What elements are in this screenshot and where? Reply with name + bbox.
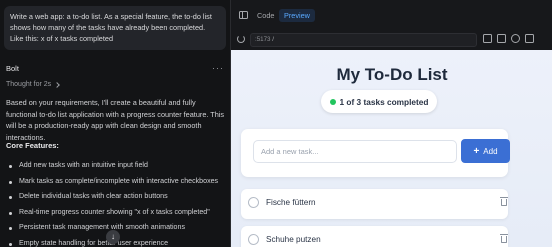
open-external-icon[interactable] [483,34,492,43]
workbench-toolbar: Code Preview [231,0,552,30]
chat-panel: Write a web app: a to-do list. As a spec… [0,0,230,247]
reload-icon[interactable] [237,35,245,43]
arrow-down-icon[interactable]: ↓ [106,230,120,244]
progress-text: 1 of 3 tasks completed [339,96,429,107]
list-item: Real-time progress counter showing "x of… [6,205,228,221]
app-preview: My To-Do List 1 of 3 tasks completed + A… [231,50,552,247]
fullscreen-icon[interactable] [525,34,534,43]
list-item: Mark tasks as complete/incomplete with i… [6,174,228,190]
trash-icon[interactable] [500,234,508,243]
thought-toggle[interactable]: Thought for 2s [6,81,60,88]
list-item: Delete individual tasks with clear actio… [6,189,228,205]
url-port: :5173 [255,36,271,43]
thought-label: Thought for 2s [6,81,52,88]
task-input[interactable] [253,140,457,163]
assistant-name: Bolt [6,63,19,73]
core-features-heading: Core Features: [6,141,59,150]
device-icon[interactable] [497,34,506,43]
add-button-label: Add [483,146,498,156]
progress-badge: 1 of 3 tasks completed [321,90,437,113]
preview-actions [483,34,534,43]
address-bar: :5173 / [231,30,552,50]
assistant-reply: Based on your requirements, I'll create … [6,98,225,142]
checkbox[interactable] [248,234,259,245]
page-title: My To-Do List [336,65,448,84]
more-dots-icon[interactable]: ··· [212,63,224,73]
list-item: Add new tasks with an intuitive input fi… [6,158,228,174]
add-task-card: + Add [241,129,510,177]
workbench-panel: Code Preview :5173 / My To-Do List 1 of … [230,0,552,247]
checkbox[interactable] [248,197,259,208]
trash-icon[interactable] [500,197,508,206]
add-button[interactable]: + Add [461,139,510,163]
tab-code[interactable]: Code [253,9,278,22]
chevron-right-icon [54,81,60,88]
task-item: Fische füttern [241,189,508,219]
tab-preview[interactable]: Preview [279,9,315,22]
status-dot-icon [329,98,336,105]
assistant-header: Bolt ··· [6,62,224,74]
plus-icon: + [473,145,480,157]
sidebar-toggle-icon[interactable] [239,11,248,19]
task-label: Fische füttern [266,198,316,207]
task-label: Schuhe putzen [266,235,321,244]
task-item: Schuhe putzen [241,226,508,247]
user-message: Write a web app: a to-do list. As a spec… [4,6,226,50]
url-path: / [272,36,274,43]
url-field[interactable]: :5173 / [250,33,477,47]
inspect-icon[interactable] [511,34,520,43]
